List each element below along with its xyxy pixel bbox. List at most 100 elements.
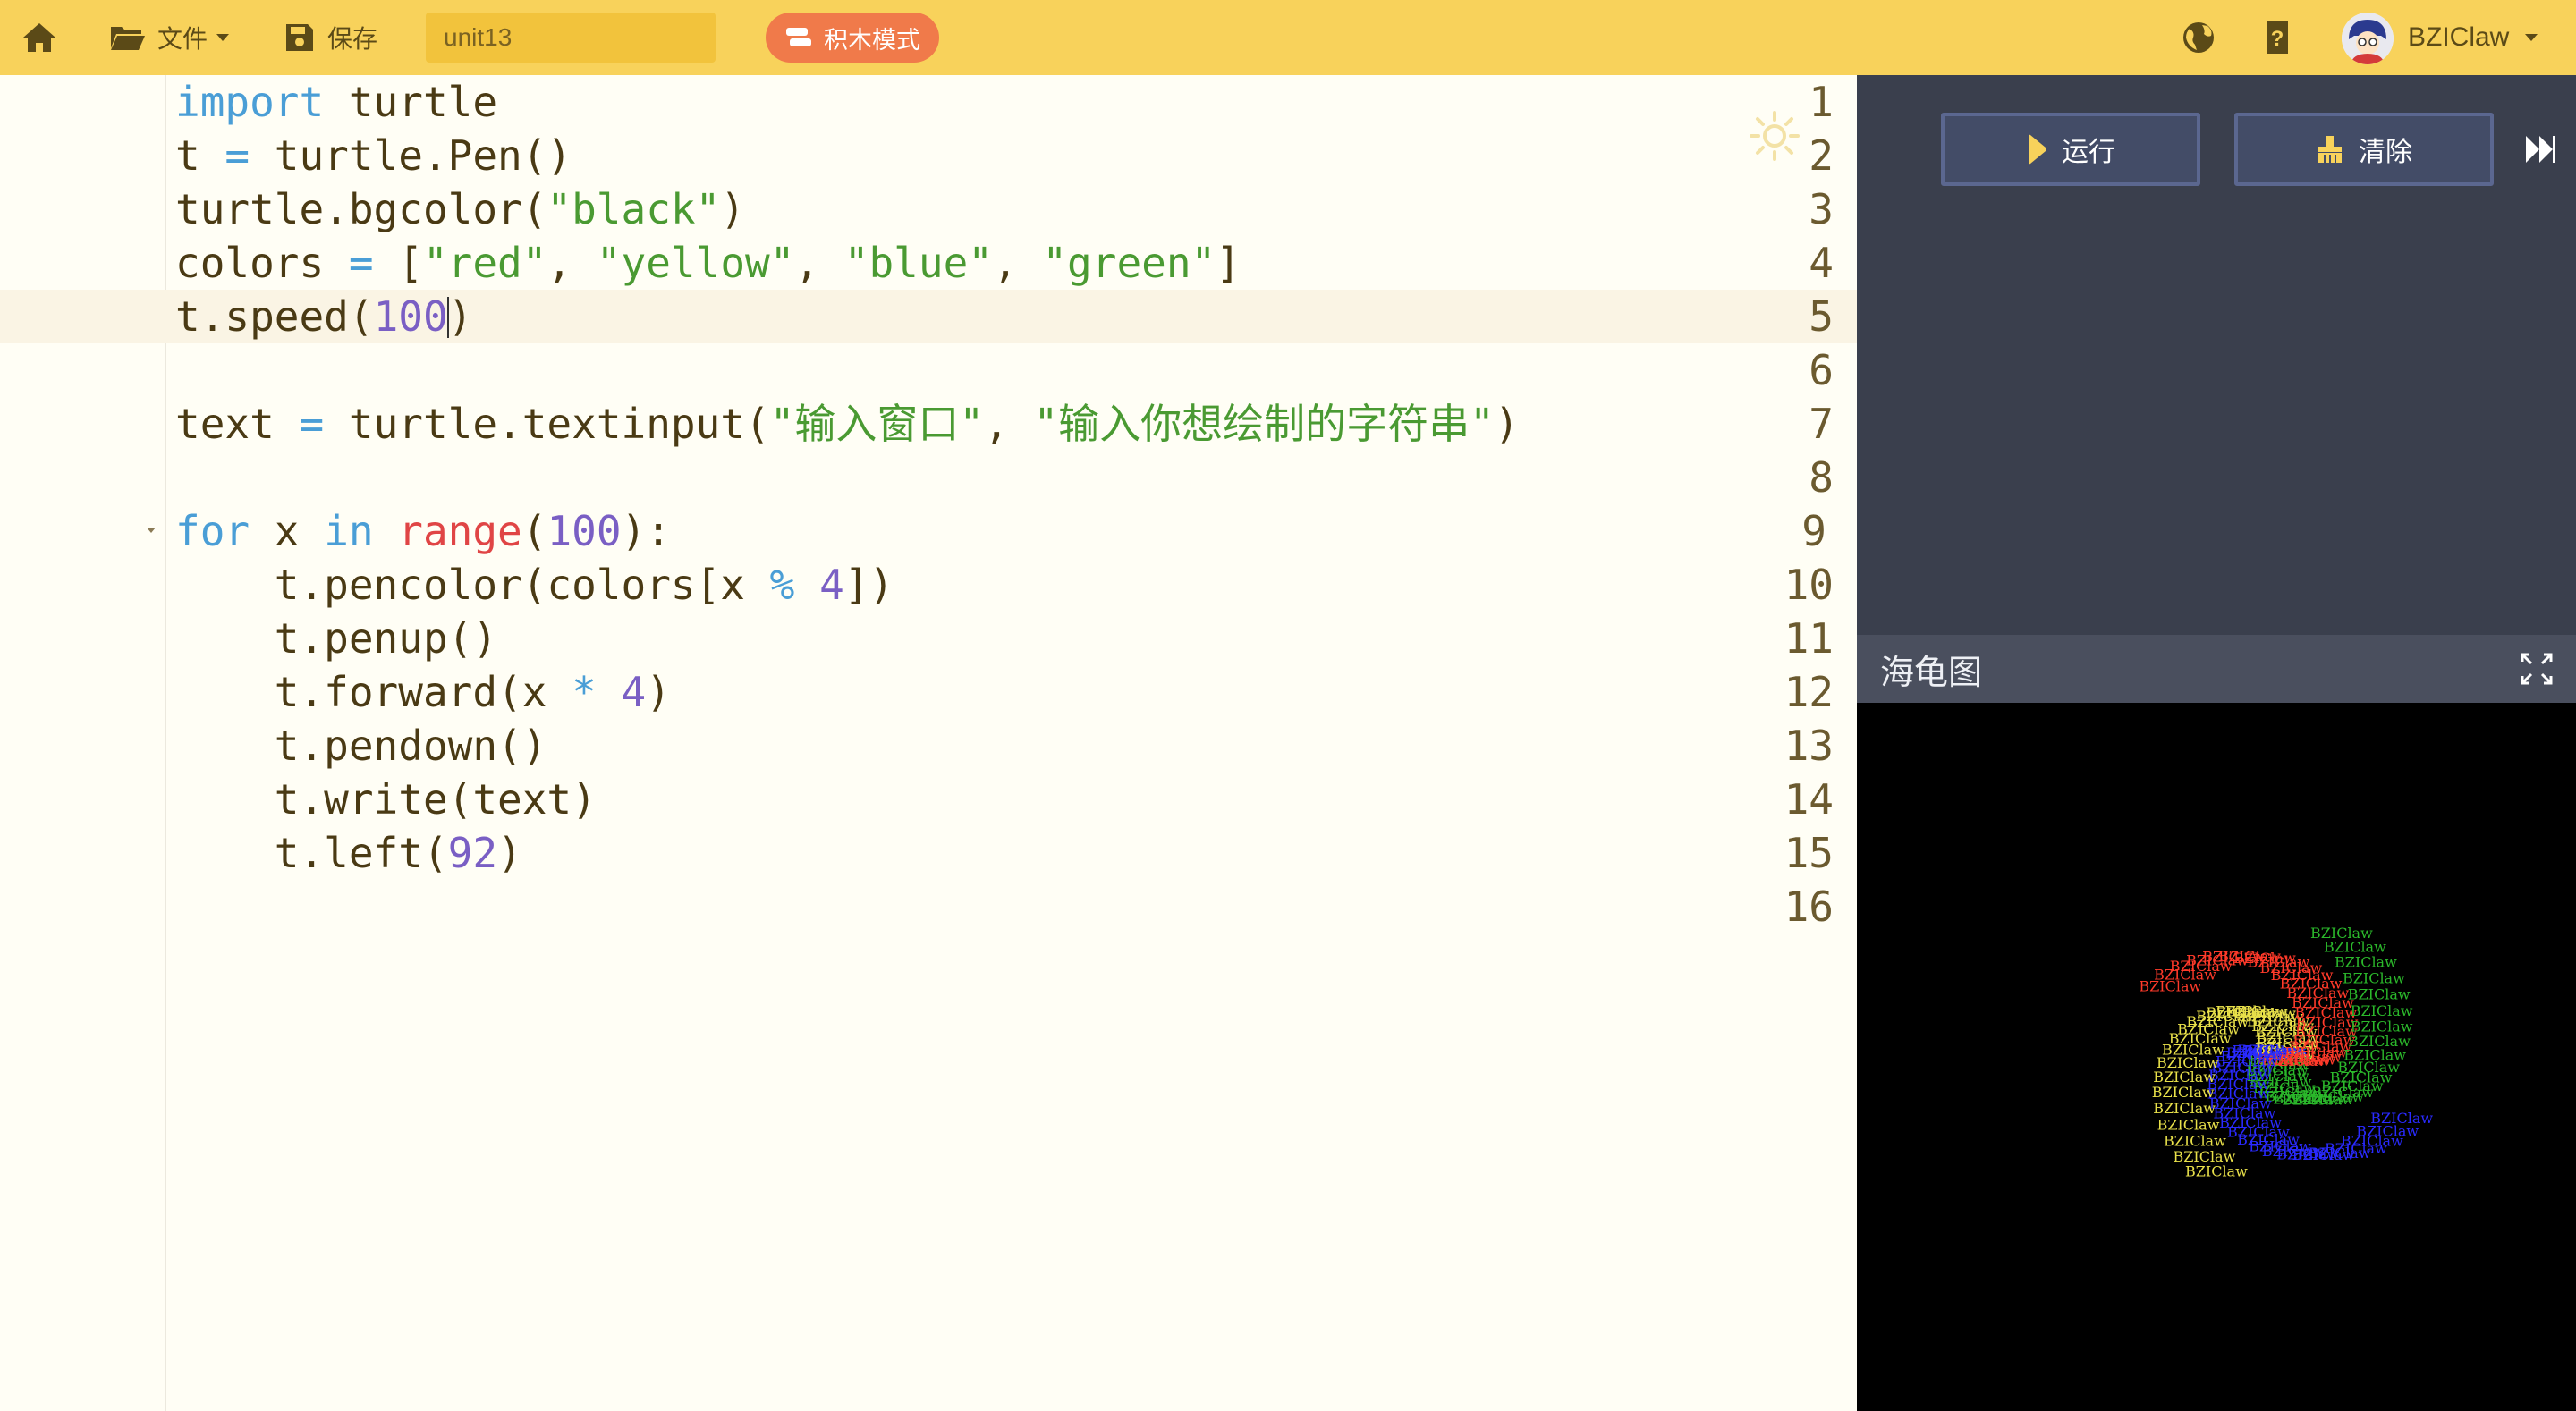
line-number: 16: [1784, 883, 1834, 931]
number: 4: [621, 668, 647, 716]
blocks-mode-button[interactable]: 积木模式: [766, 13, 939, 63]
turtle-canvas[interactable]: BZIClaw BZIClaw BZIClaw BZIClaw BZIClaw BZICl…: [1857, 703, 2576, 1411]
code-line: 9 for x in range(100):: [0, 504, 1857, 558]
line-number: 8: [1809, 453, 1834, 502]
code-editor[interactable]: 1 import turtle 2 t = turtle.Pen() 3 tur…: [0, 75, 1857, 1411]
line-number: 9: [1801, 507, 1826, 555]
file-menu[interactable]: 文件: [109, 16, 230, 59]
line-number: 13: [1784, 722, 1834, 770]
code-token: t.speed(: [175, 292, 374, 341]
code-token: ,: [992, 239, 1043, 287]
code-line: 10 t.pencolor(colors[x % 4]): [0, 558, 1857, 612]
turtle-text: BZIClaw: [2153, 1100, 2216, 1117]
code-line: 8: [0, 451, 1857, 504]
line-number: 5: [1809, 292, 1834, 341]
globe-icon: [2183, 22, 2214, 53]
code-text: t.left(92): [175, 826, 522, 880]
code-line: 16: [0, 880, 1857, 934]
blocks-mode-label: 积木模式: [824, 26, 920, 55]
clear-button[interactable]: 清除: [2234, 113, 2494, 186]
save-icon: [286, 24, 313, 51]
line-number: 15: [1784, 829, 1834, 877]
number: 92: [447, 829, 498, 877]
project-name-input[interactable]: [426, 13, 716, 63]
code-text: for x in range(100):: [175, 504, 671, 558]
run-button[interactable]: 运行: [1941, 113, 2200, 186]
avatar-image: [2342, 13, 2394, 64]
code-token: colors: [175, 239, 349, 287]
play-icon: [2029, 134, 2046, 165]
code-text: t.penup(): [175, 614, 498, 663]
string: "green": [1042, 239, 1216, 287]
avatar[interactable]: [2342, 13, 2394, 64]
user-menu[interactable]: BZIClaw: [2408, 16, 2538, 59]
number: 100: [373, 292, 448, 341]
turtle-text: BZIClaw: [2348, 1033, 2411, 1050]
fast-forward-icon[interactable]: [2524, 134, 2556, 165]
code-token: ):: [621, 507, 671, 555]
line-number: 3: [1809, 185, 1834, 233]
turtle-text: BZIClaw: [2334, 954, 2397, 971]
string: "black": [547, 185, 721, 233]
code-token: t.left(: [175, 829, 448, 877]
operator: %: [769, 561, 795, 609]
language-button[interactable]: [2179, 18, 2218, 57]
code-token: t.pencolor(colors[x: [175, 561, 770, 609]
code-token: ,: [794, 239, 844, 287]
help-icon: ?: [2267, 21, 2288, 54]
code-token: turtle.textinput(: [324, 400, 770, 448]
code-token: ,: [547, 239, 597, 287]
fold-arrow-icon[interactable]: [147, 528, 156, 533]
top-toolbar: 文件 保存 积木模式 ?: [0, 0, 2576, 75]
fullscreen-icon[interactable]: [2519, 651, 2555, 687]
code-token: ): [447, 292, 473, 341]
turtle-text: BZIClaw: [2310, 925, 2373, 942]
builtin: range: [398, 507, 522, 555]
home-icon: [23, 23, 55, 52]
code-token: turtle: [324, 78, 498, 126]
operator: =: [225, 131, 250, 180]
code-token: text: [175, 400, 300, 448]
help-button[interactable]: ?: [2258, 18, 2297, 57]
code-line: 6: [0, 343, 1857, 397]
code-line: 12 t.forward(x * 4): [0, 665, 1857, 719]
code-token: t.forward(x: [175, 668, 572, 716]
code-line: 4 colors = ["red", "yellow", "blue", "gr…: [0, 236, 1857, 290]
turtle-text: BZIClaw: [2343, 969, 2405, 986]
turtle-text: BZIClaw: [2139, 977, 2201, 994]
line-number: 12: [1784, 668, 1834, 716]
code-token: [: [373, 239, 423, 287]
run-label: 运行: [2062, 137, 2115, 168]
code-token: ): [646, 668, 671, 716]
code-line: 14 t.write(text): [0, 773, 1857, 826]
turtle-text: BZIClaw: [2152, 1084, 2215, 1101]
code-line: 11 t.penup(): [0, 612, 1857, 665]
clear-label: 清除: [2359, 137, 2412, 168]
turtle-text: BZIClaw: [2157, 1116, 2220, 1133]
code-line-active: 5 t.speed(100): [0, 290, 1857, 343]
turtle-drawing: BZIClawBZIClawBZIClawBZIClawBZIClawBZICl…: [2139, 925, 2433, 1180]
chevron-down-icon: [216, 34, 230, 41]
code-token: ): [720, 185, 745, 233]
string: "blue": [843, 239, 993, 287]
operator: *: [572, 668, 597, 716]
line-number: 10: [1784, 561, 1834, 609]
string: "yellow": [596, 239, 795, 287]
line-number: 4: [1809, 239, 1834, 287]
operator: =: [299, 400, 325, 448]
save-button[interactable]: 保存: [284, 16, 377, 59]
turtle-text: BZIClaw: [2351, 1018, 2413, 1035]
turtle-text: BZIClaw: [2351, 1002, 2413, 1019]
code-line: 1 import turtle: [0, 75, 1857, 129]
code-text: t.pendown(): [175, 722, 547, 770]
folder-icon: [111, 27, 145, 50]
keyword: for: [175, 507, 250, 555]
blocks-icon: [786, 28, 811, 46]
home-button[interactable]: [21, 16, 66, 59]
turtle-panel-title: 海龟图: [1880, 652, 1983, 692]
line-number: 7: [1809, 400, 1834, 448]
code-line: 7 text = turtle.textinput("输入窗口", "输入你想绘…: [0, 397, 1857, 451]
